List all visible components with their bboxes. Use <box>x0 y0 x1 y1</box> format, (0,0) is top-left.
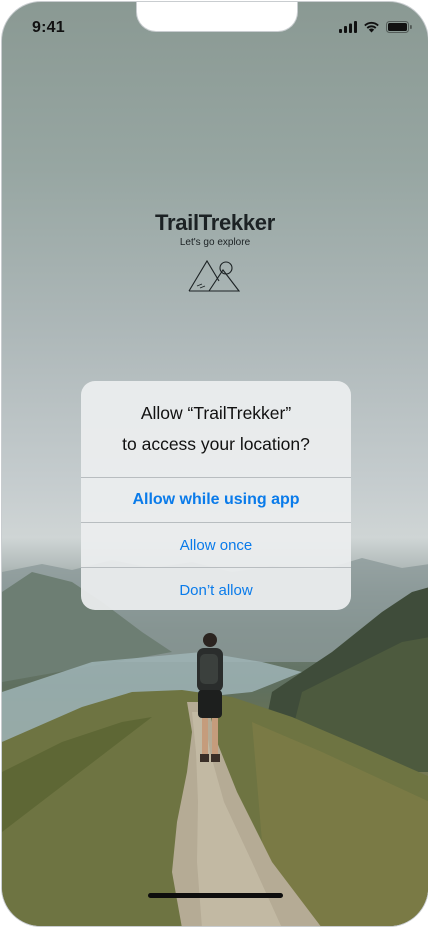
dialog-title-line1: Allow “TrailTrekker” <box>140 403 292 423</box>
battery-icon <box>386 21 412 33</box>
phone-screen: 9:41 TrailTrekker Let's go explore Allow… <box>1 1 428 927</box>
notch <box>136 2 298 32</box>
app-logo: TrailTrekker Let's go explore <box>2 210 428 296</box>
location-permission-dialog: Allow “TrailTrekker” to access your loca… <box>81 381 351 610</box>
wifi-icon <box>364 21 379 33</box>
home-indicator[interactable] <box>148 893 283 898</box>
app-name: TrailTrekker <box>155 210 275 235</box>
cellular-signal-icon <box>339 21 357 33</box>
dialog-title-line2: to access your location? <box>122 434 310 454</box>
hiker-image <box>197 633 223 762</box>
status-icons <box>339 21 412 33</box>
status-time: 9:41 <box>32 19 65 36</box>
app-tagline: Let's go explore <box>179 237 251 248</box>
dont-allow-button[interactable]: Don’t allow <box>81 567 351 610</box>
allow-while-using-button[interactable]: Allow while using app <box>81 477 351 522</box>
dialog-message: Allow “TrailTrekker” to access your loca… <box>81 381 351 477</box>
mountains-sun-icon <box>188 259 241 292</box>
allow-once-button[interactable]: Allow once <box>81 522 351 567</box>
